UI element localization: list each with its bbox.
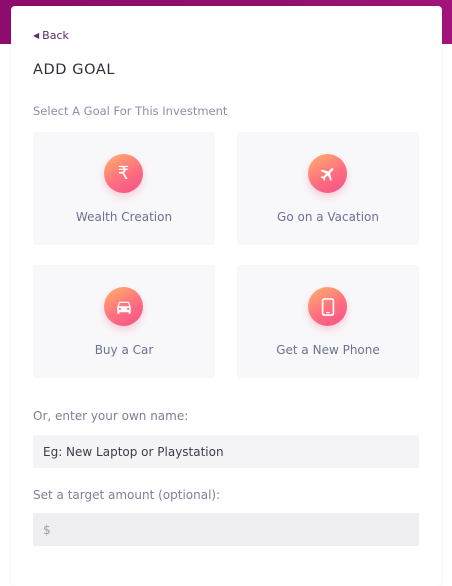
goal-option-label: Go on a Vacation [277, 210, 379, 224]
own-name-label: Or, enter your own name: [33, 409, 189, 423]
target-amount-input[interactable] [33, 513, 419, 546]
goal-section-subtitle: Select A Goal For This Investment [33, 104, 228, 118]
goal-option-vacation[interactable]: Go on a Vacation [237, 132, 419, 245]
phone-icon [308, 287, 347, 326]
back-label: Back [42, 29, 69, 42]
back-link[interactable]: ◀ Back [33, 29, 69, 42]
goal-option-buy-car[interactable]: Buy a Car [33, 265, 215, 378]
rupee-icon: ₹ [104, 154, 143, 193]
back-arrow-icon: ◀ [33, 31, 40, 40]
goal-option-label: Buy a Car [94, 343, 154, 357]
add-goal-card: ◀ Back ADD GOAL Select A Goal For This I… [11, 6, 442, 586]
page-title: ADD GOAL [33, 62, 116, 78]
target-amount-label: Set a target amount (optional): [33, 488, 221, 502]
own-goal-name-input[interactable] [33, 435, 419, 468]
goal-option-label: Wealth Creation [75, 210, 173, 224]
car-icon [104, 287, 143, 326]
airplane-icon [308, 154, 347, 193]
goal-option-wealth-creation[interactable]: ₹ Wealth Creation [33, 132, 215, 245]
goal-option-label: Get a New Phone [276, 343, 380, 357]
goal-option-new-phone[interactable]: Get a New Phone [237, 265, 419, 378]
